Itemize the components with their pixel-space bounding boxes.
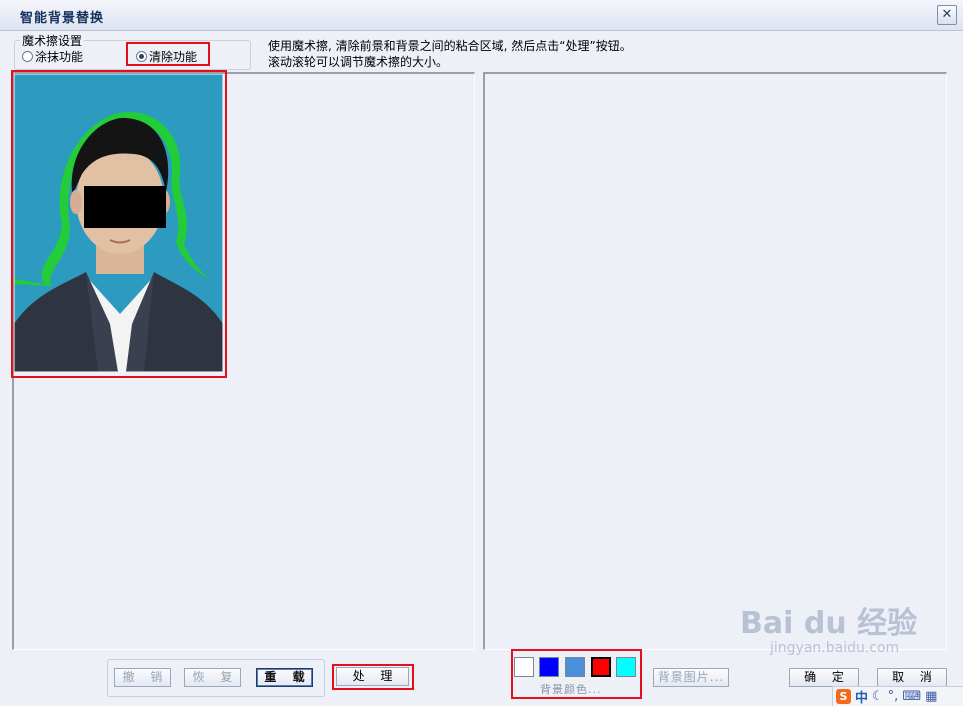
menu-icon[interactable]: ▦ (925, 689, 937, 704)
close-icon: ✕ (941, 7, 953, 22)
smear-mode-radio[interactable]: 涂抹功能 (22, 48, 83, 65)
reload-button[interactable]: 重 载 (256, 668, 313, 687)
keyboard-icon[interactable]: ⌨ (902, 689, 921, 704)
undo-button[interactable]: 撤 销 (114, 668, 171, 687)
smear-mode-label: 涂抹功能 (35, 50, 84, 64)
redo-button[interactable]: 恢 复 (184, 668, 241, 687)
instructions: 使用魔术擦, 清除前景和背景之间的粘合区域, 然后点击“处理”按钮。 滚动滚轮可… (268, 38, 632, 70)
close-button[interactable]: ✕ (937, 5, 957, 25)
sogou-logo-icon[interactable]: S (836, 689, 851, 704)
instructions-line-1: 使用魔术擦, 清除前景和背景之间的粘合区域, 然后点击“处理”按钮。 (268, 39, 632, 53)
ime-mode-toggle[interactable]: 中 (855, 687, 868, 706)
moon-icon[interactable]: ☾ (872, 689, 884, 704)
highlight-color-swatches (511, 649, 642, 699)
title-bar: 智能背景替换 ✕ (0, 0, 963, 31)
baidu-watermark-url: jingyan.baidu.com (770, 640, 900, 656)
baidu-watermark: Bai du 经验 (740, 606, 918, 641)
background-image-button[interactable]: 背景图片... (653, 668, 729, 687)
ime-toolbar: S 中 ☾ °, ⌨ ▦ (832, 686, 963, 706)
punctuation-icon[interactable]: °, (888, 689, 899, 704)
highlight-process-button (332, 664, 414, 690)
instructions-line-2: 滚动滚轮可以调节魔术擦的大小。 (268, 55, 449, 69)
radio-unchecked-icon (22, 51, 33, 62)
ok-button[interactable]: 确 定 (789, 668, 859, 687)
cancel-button[interactable]: 取 消 (877, 668, 947, 687)
preview-image-panel (483, 72, 947, 650)
highlight-clear-mode (126, 42, 210, 66)
highlight-photo (11, 70, 227, 378)
magic-eraser-legend: 魔术擦设置 (20, 32, 85, 49)
window-title: 智能背景替换 (20, 11, 105, 26)
